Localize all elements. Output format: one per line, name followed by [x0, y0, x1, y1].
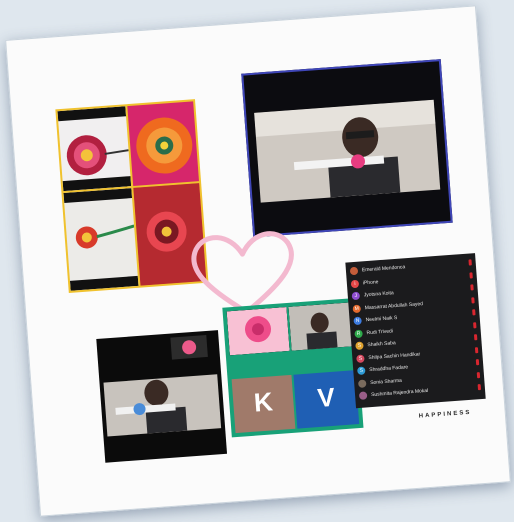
participant-name: Rudi Trivedi	[366, 328, 394, 336]
avatar: R	[354, 329, 363, 338]
avatar	[357, 379, 367, 388]
grid-tile-k: K	[231, 374, 296, 434]
mic-off-icon	[470, 284, 474, 291]
collage-tile-thread-rakhi	[63, 188, 139, 291]
participant-name: Sonia Sharma	[370, 377, 403, 386]
mic-off-icon	[473, 334, 478, 341]
participant-name: iPhone	[362, 278, 379, 287]
participant-name: Shilpa Sachin Handikar	[368, 351, 421, 361]
video-call-screenshot	[241, 59, 453, 238]
mic-off-icon	[475, 359, 480, 366]
grid-tile-rose	[226, 307, 290, 356]
grid-tile-v: V	[293, 370, 360, 429]
caption: HAPPINESS	[418, 409, 472, 420]
avatar: S	[356, 354, 365, 363]
avatar	[349, 266, 359, 276]
grid-tile-person	[288, 302, 354, 351]
avatar: S	[355, 341, 364, 351]
participant-name: Emerald Mendonca	[361, 264, 406, 274]
mic-off-icon	[469, 271, 473, 279]
avatar: N	[353, 316, 362, 326]
avatar	[358, 391, 368, 401]
mic-off-icon	[477, 384, 482, 391]
video-frame-small	[103, 374, 222, 437]
rose-thumbnail	[170, 334, 208, 360]
collage-tile-flower-rakhi	[57, 106, 132, 192]
photo-card: K V Emerald Mendonca i iPhone J Jyotsna …	[5, 5, 511, 517]
mic-off-icon	[473, 321, 477, 328]
participant-name: Shaikh Saba	[367, 340, 396, 349]
avatar: M	[352, 304, 362, 313]
participants-list: Emerald Mendonca i iPhone J Jyotsna Koit…	[345, 253, 486, 409]
mic-off-icon	[474, 346, 479, 353]
mic-off-icon	[471, 296, 475, 303]
avatar: J	[351, 291, 361, 301]
avatar-letter-v: V	[316, 381, 336, 413]
participant-name: Sushmita Rajendra Mokal	[370, 388, 429, 399]
avatar: S	[357, 366, 366, 376]
mic-off-icon	[472, 309, 476, 316]
mic-off-icon	[468, 259, 472, 266]
participant-name: Jyotsna Koita	[363, 290, 394, 299]
mic-off-icon	[476, 371, 481, 378]
collage-tile-orange-rakhi	[127, 101, 199, 186]
participant-name: Massarrat Abdullah Sayed	[364, 300, 424, 312]
avatar-letter-k: K	[252, 386, 274, 418]
video-grid-screenshot: K V	[222, 298, 364, 438]
participant-name: Neelmi Naik S	[365, 315, 398, 324]
avatar: i	[350, 279, 360, 288]
participant-name: Shraddha Fadare	[369, 364, 409, 374]
meeting-screenshot-small	[96, 330, 228, 463]
video-frame	[254, 99, 441, 203]
